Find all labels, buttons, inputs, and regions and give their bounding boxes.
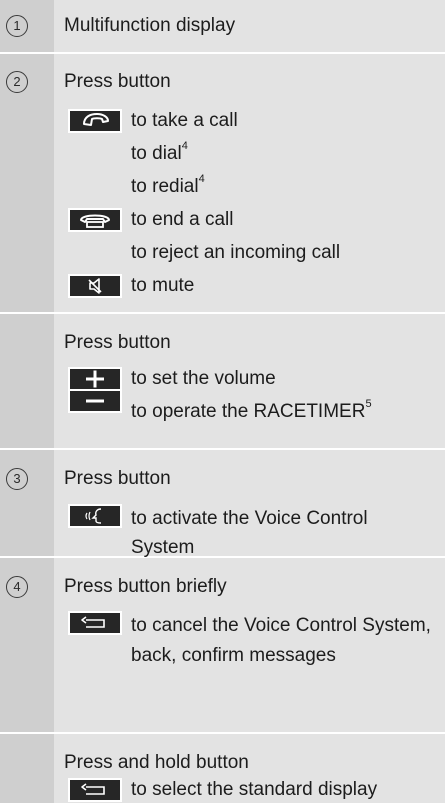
phone-hangup-icon — [68, 208, 122, 232]
mute-text: to mute — [131, 275, 195, 296]
end-call-text: to end a call — [131, 209, 234, 230]
redial-text: to redial4 — [131, 173, 205, 198]
dial-label: to dial — [131, 143, 182, 164]
set-volume-text: to set the volume — [131, 368, 276, 389]
press-button-heading: Press button — [64, 332, 171, 353]
racetimer-text: to operate the RACETIMER5 — [131, 398, 372, 423]
take-call-text: to take a call — [131, 110, 238, 131]
minus-icon — [68, 389, 122, 413]
footnote-5: 5 — [365, 398, 372, 410]
item-number-1: 1 — [6, 15, 28, 37]
row-separator — [0, 52, 445, 54]
row-separator — [0, 448, 445, 450]
steering-wheel-buttons-table: 1 Multifunction display 2 Press button t… — [0, 0, 445, 803]
footnote-4: 4 — [181, 140, 188, 152]
mute-icon — [68, 274, 122, 298]
footnote-4: 4 — [198, 173, 205, 185]
row-separator — [0, 312, 445, 314]
dial-text: to dial4 — [131, 140, 188, 165]
phone-pickup-icon — [68, 109, 122, 133]
reject-call-text: to reject an incoming call — [131, 242, 341, 263]
back-icon — [68, 778, 122, 802]
press-button-heading: Press button — [64, 468, 171, 489]
voice-control-icon — [68, 504, 122, 528]
racetimer-label: to operate the RACETIMER — [131, 401, 366, 422]
plus-icon — [68, 367, 122, 391]
voice-control-text: to activate the Voice Control System — [131, 508, 368, 558]
item-number-3: 3 — [6, 468, 28, 490]
press-button-heading: Press button — [64, 71, 171, 92]
cancel-voice-control-text: to cancel the Voice Control System, back… — [131, 615, 431, 666]
back-icon — [68, 611, 122, 635]
multifunction-display-label: Multifunction display — [64, 15, 236, 36]
redial-label: to redial — [131, 176, 199, 197]
item-number-2: 2 — [6, 71, 28, 93]
press-and-hold-heading: Press and hold button — [64, 752, 249, 773]
standard-display-text: to select the standard display — [131, 779, 378, 800]
row-separator — [0, 732, 445, 734]
press-button-briefly-heading: Press button briefly — [64, 576, 227, 597]
number-column — [0, 0, 54, 803]
item-number-4: 4 — [6, 576, 28, 598]
